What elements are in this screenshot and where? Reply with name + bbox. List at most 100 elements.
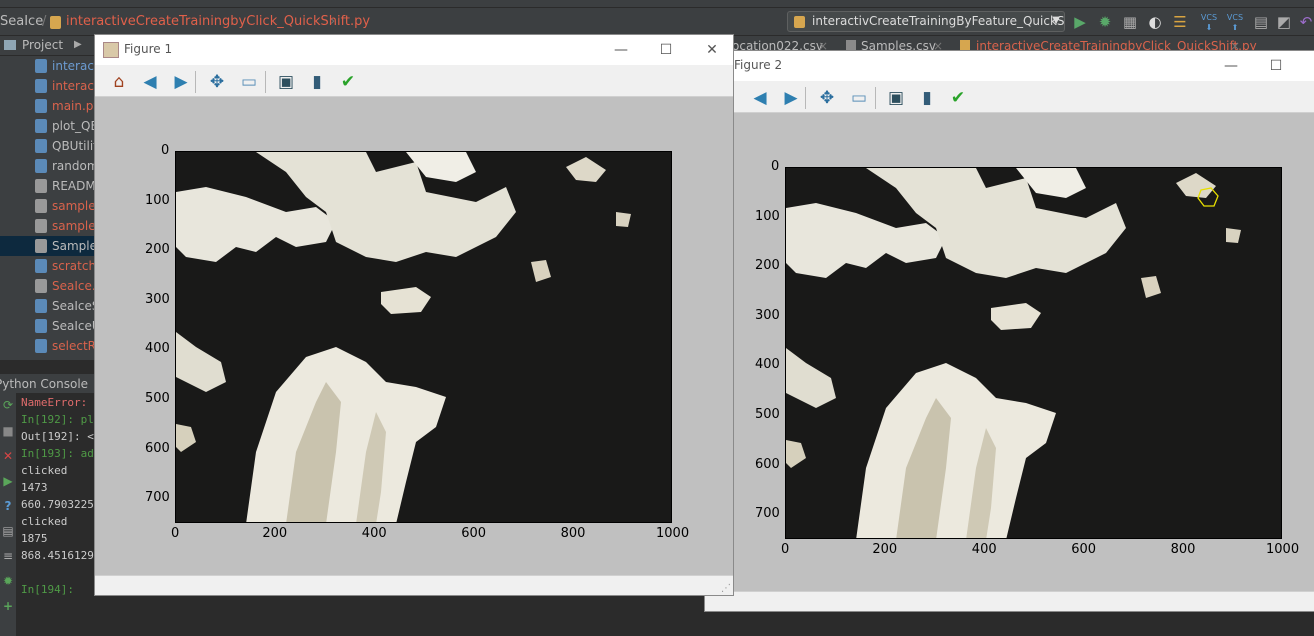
debugger-icon[interactable]: ✹ — [2, 575, 14, 587]
project-panel-title: Project — [22, 38, 64, 52]
y-tick-label: 100 — [755, 208, 780, 224]
figure-1-image-axes[interactable] — [175, 151, 672, 523]
home-icon[interactable]: ⌂ — [107, 70, 131, 94]
run-configuration-select[interactable]: interactivCreateTrainingByFeature_QuickS… — [787, 11, 1065, 32]
project-file-item[interactable]: samples.csv — [0, 196, 96, 216]
project-panel: Project ▶ interactiveCreateTrainingbyCli… — [0, 36, 96, 360]
project-file-item[interactable]: README.md — [0, 176, 96, 196]
x-tick-label: 800 — [560, 526, 586, 541]
subplots-icon[interactable]: ▣ — [274, 70, 298, 94]
settings-icon[interactable]: ▤ — [2, 525, 14, 537]
project-file-label: README.md — [52, 179, 96, 193]
project-file-label: plot_QBUtilities.py — [52, 119, 96, 133]
project-file-label: main.py — [52, 99, 96, 113]
y-tick-label: 500 — [755, 407, 780, 422]
figure-2-titlebar[interactable]: Figure 2 — ☐ — [705, 51, 1314, 81]
project-file-item[interactable]: interactiveCreateTrainingByFeature_Quick… — [0, 76, 96, 96]
project-file-item[interactable]: selectRegions.py — [0, 336, 96, 356]
zoom-icon[interactable]: ▭ — [237, 70, 261, 94]
minimize-icon[interactable]: — — [1220, 55, 1242, 77]
add-icon[interactable]: + — [2, 600, 14, 612]
back-icon[interactable]: ◀ — [138, 70, 162, 94]
project-file-label: Samples.csv — [52, 239, 96, 253]
coverage-icon[interactable]: ▦ — [1121, 13, 1139, 31]
x-tick-label: 400 — [361, 526, 387, 541]
vcs-commit-icon[interactable]: VCS ⬆ — [1226, 13, 1244, 32]
python-file-icon — [35, 259, 47, 273]
project-file-item[interactable]: main.py — [0, 96, 96, 116]
soft-wrap-icon[interactable]: ≡ — [2, 550, 14, 562]
project-file-item[interactable]: randomForest.py — [0, 156, 96, 176]
rerun-icon[interactable]: ⟳ — [2, 399, 14, 411]
project-file-item[interactable]: SeaIceUtilities.py — [0, 316, 96, 336]
stop-icon[interactable]: ■ — [2, 425, 14, 437]
figure-2-image-axes[interactable] — [785, 167, 1282, 539]
project-file-label: samplesLocation.csv — [52, 219, 96, 233]
zoom-icon[interactable]: ▭ — [847, 86, 871, 110]
project-panel-header[interactable]: Project ▶ — [0, 36, 96, 56]
revert-icon[interactable]: ↶ — [1297, 13, 1314, 31]
maximize-icon[interactable]: ☐ — [655, 39, 677, 61]
resize-grip-icon[interactable]: ⋰ — [721, 583, 731, 594]
y-tick-label: 600 — [755, 456, 780, 472]
shelve-icon[interactable]: ◩ — [1275, 13, 1293, 31]
y-tick-label: 100 — [145, 192, 170, 208]
project-file-label: interactiveCreateTrainingbyClick_QuickSh… — [52, 59, 96, 73]
project-file-item[interactable]: samplesLocation.csv — [0, 216, 96, 236]
close-icon[interactable]: ✕ — [701, 39, 723, 61]
project-file-item[interactable]: Samples.csv — [0, 236, 96, 256]
x-tick-label: 0 — [171, 526, 180, 541]
maximize-icon[interactable]: ☐ — [1265, 55, 1287, 77]
subplots-icon[interactable]: ▣ — [884, 86, 908, 110]
minimize-icon[interactable]: — — [610, 39, 632, 61]
confirm-check-icon[interactable]: ✔ — [336, 70, 360, 94]
save-icon[interactable]: ▮ — [305, 70, 329, 94]
figure-2-title: Figure 2 — [734, 58, 783, 72]
project-file-item[interactable]: SeaIceSegmentation.py — [0, 296, 96, 316]
breadcrumb-project[interactable]: SeaIce — [0, 14, 43, 29]
project-file-label: QBUtilities.py — [52, 139, 96, 153]
chevron-right-icon: ▶ — [74, 39, 82, 50]
y-tick-label: 300 — [755, 307, 780, 323]
project-file-label: SeaIce.R — [52, 279, 96, 293]
pan-icon[interactable]: ✥ — [815, 86, 839, 110]
python-file-icon — [50, 16, 61, 29]
breadcrumb-file[interactable]: interactiveCreateTrainingbyClick_QuickSh… — [66, 14, 370, 29]
vcs-update-icon[interactable]: VCS ⬇ — [1200, 13, 1218, 32]
forward-icon[interactable]: ▶ — [779, 86, 803, 110]
history-icon[interactable]: ▤ — [1252, 13, 1270, 31]
back-icon[interactable]: ◀ — [748, 86, 772, 110]
project-file-item[interactable]: scratch.py — [0, 256, 96, 276]
python-file-icon — [35, 59, 47, 73]
python-file-icon — [35, 119, 47, 133]
ide-menu-strip — [0, 0, 1314, 8]
run-icon[interactable]: ▶ — [1071, 13, 1089, 31]
matplotlib-logo-icon — [103, 42, 119, 58]
figure-1-titlebar[interactable]: Figure 1 — ☐ ✕ — [95, 35, 733, 65]
close-icon[interactable]: ✕ — [2, 450, 14, 462]
figure-1-title: Figure 1 — [124, 42, 173, 56]
y-tick-label: 0 — [161, 143, 170, 158]
pan-icon[interactable]: ✥ — [205, 70, 229, 94]
python-file-icon — [35, 239, 47, 253]
project-file-item[interactable]: SeaIce.R — [0, 276, 96, 296]
project-file-item[interactable]: QBUtilities.py — [0, 136, 96, 156]
confirm-check-icon[interactable]: ✔ — [946, 86, 970, 110]
tasks-icon[interactable]: ☰ — [1171, 13, 1189, 31]
project-file-label: SeaIceSegmentation.py — [52, 299, 96, 313]
project-file-label: SeaIceUtilities.py — [52, 319, 96, 333]
x-tick-label: 200 — [872, 542, 898, 557]
debug-icon[interactable]: ✹ — [1096, 13, 1114, 31]
y-tick-label: 500 — [145, 391, 170, 406]
python-file-icon — [35, 79, 47, 93]
forward-icon[interactable]: ▶ — [169, 70, 193, 94]
help-icon[interactable]: ? — [2, 500, 14, 512]
x-tick-label: 800 — [1170, 542, 1196, 557]
figure-1-statusbar: ⋰ — [95, 575, 733, 595]
execute-icon[interactable]: ▶ — [2, 475, 14, 487]
save-icon[interactable]: ▮ — [915, 86, 939, 110]
project-file-item[interactable]: plot_QBUtilities.py — [0, 116, 96, 136]
profile-icon[interactable]: ◐ — [1146, 13, 1164, 31]
project-file-item[interactable]: interactiveCreateTrainingbyClick_QuickSh… — [0, 56, 96, 76]
y-tick-label: 700 — [145, 490, 170, 506]
